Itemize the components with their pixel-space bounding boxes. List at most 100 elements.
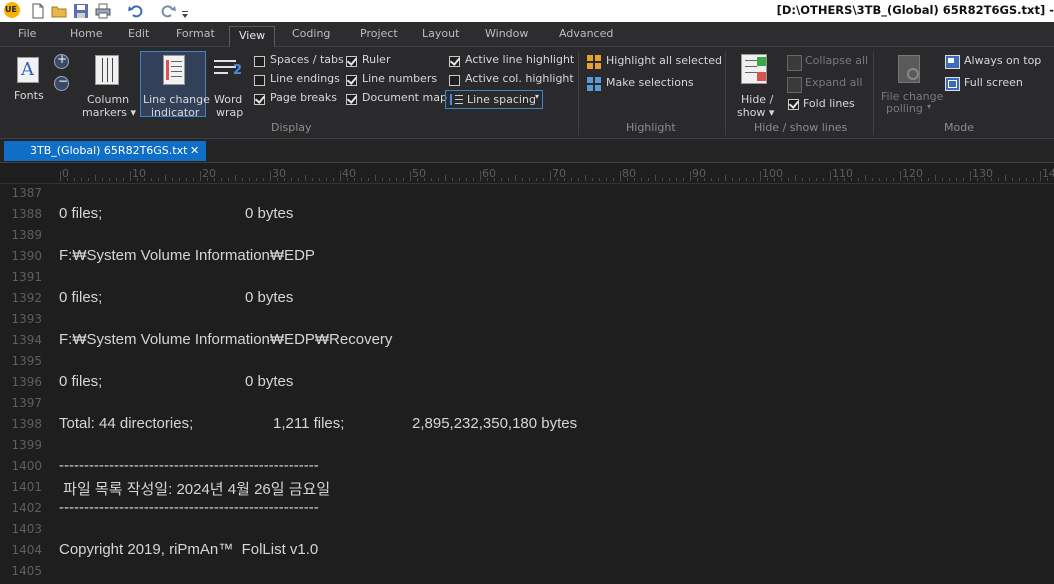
active-line-highlight-checkbox[interactable] [449,56,460,67]
close-icon[interactable]: ✕ [190,144,199,157]
line-text: Total: 44 directories; [59,415,194,432]
editor-line[interactable]: 1400 ------------------------------------… [0,457,1054,478]
line-number: 1400 [11,459,42,473]
ruler-tick-label: 60 [482,167,496,180]
line-text: ----------------------------------------… [59,499,319,516]
ruler-tick-label: 100 [762,167,783,180]
tab-file[interactable]: File [18,27,36,40]
ruler-label[interactable]: Ruler [362,53,390,66]
line-endings-label[interactable]: Line endings [270,72,340,85]
spaces-tabs-checkbox[interactable] [254,56,265,67]
fold-lines-label[interactable]: Fold lines [803,97,855,110]
editor-line[interactable]: 1403 [0,520,1054,541]
qat-customize-icon[interactable] [181,5,189,18]
file-change-polling-button[interactable]: File change polling ▾ [878,51,943,117]
hide-show-label-1: Hide / [741,93,774,106]
line-number: 1392 [11,291,42,305]
expand-all-icon [787,77,802,93]
collapse-all-button[interactable]: Collapse all [805,54,868,67]
save-icon[interactable] [73,3,89,19]
line-number: 1402 [11,501,42,515]
ruler-tick-label: 20 [202,167,216,180]
tab-advanced[interactable]: Advanced [559,27,613,40]
make-selections-icon [587,77,602,92]
tab-project[interactable]: Project [360,27,398,40]
line-numbers-checkbox[interactable] [346,75,357,86]
editor-line[interactable]: 1389 [0,226,1054,247]
tab-coding[interactable]: Coding [292,27,330,40]
word-wrap-button[interactable]: 2 Word wrap [210,51,248,119]
always-on-top-button[interactable]: Always on top [964,54,1041,67]
hide-show-button[interactable]: Hide / show ▾ [733,51,777,119]
active-col-highlight-label[interactable]: Active col. highlight [465,72,574,85]
line-change-indicator-label-1: Line change [143,93,210,106]
line-change-indicator-icon [163,55,185,85]
editor-line[interactable]: 1397 [0,394,1054,415]
undo-icon[interactable] [128,3,144,19]
tab-window[interactable]: Window [485,27,528,40]
editor-line[interactable]: 1391 [0,268,1054,289]
editor-line[interactable]: 1405 [0,562,1054,583]
ruler-tick-label: 40 [342,167,356,180]
group-label-mode: Mode [944,121,974,134]
title-bar: UE [D:\OTHERS\3TB_(Global) 65R82T6GS.txt… [0,0,1054,22]
line-number: 1405 [11,564,42,578]
editor-line[interactable]: 1395 [0,352,1054,373]
editor-line[interactable]: 1392 0 files; 0 bytes [0,289,1054,310]
editor-line[interactable]: 1398 Total: 44 directories; 1,211 files; 2,… [0,415,1054,436]
column-markers-button[interactable]: Column markers ▾ [80,51,136,119]
fold-lines-checkbox[interactable] [788,99,799,110]
fonts-button[interactable]: A Fonts [10,51,48,115]
line-endings-checkbox[interactable] [254,75,265,86]
line-number: 1404 [11,543,42,557]
redo-icon[interactable] [160,3,176,19]
spaces-tabs-label[interactable]: Spaces / tabs [270,53,344,66]
zoom-in-icon[interactable]: + [54,52,69,69]
editor-line[interactable]: 1401 파일 목록 작성일: 2024년 4월 26일 금요일 [0,478,1054,499]
editor-line[interactable]: 1402 ------------------------------------… [0,499,1054,520]
line-spacing-dropdown[interactable]: Line spacing ▾ [445,90,543,109]
text-editor[interactable]: 1387 1388 0 files; 0 bytes 1389 1390 F:₩System… [0,184,1054,584]
tab-layout[interactable]: Layout [422,27,459,40]
editor-line[interactable]: 1393 [0,310,1054,331]
tab-edit[interactable]: Edit [128,27,149,40]
tab-view[interactable]: View [229,26,276,47]
print-icon[interactable] [95,3,111,19]
ruler-tick-label: 110 [832,167,853,180]
active-col-highlight-checkbox[interactable] [449,75,460,86]
editor-line[interactable]: 1396 0 files; 0 bytes [0,373,1054,394]
new-file-icon[interactable] [30,3,46,19]
line-spacing-icon [449,94,463,106]
tab-home[interactable]: Home [70,27,102,40]
expand-all-button[interactable]: Expand all [805,76,863,89]
zoom-out-icon[interactable]: − [54,74,69,91]
make-selections-button[interactable]: Make selections [606,76,694,89]
line-change-indicator-button[interactable]: Line change indicator [140,51,210,119]
editor-line[interactable]: 1388 0 files; 0 bytes [0,205,1054,226]
ruler-checkbox[interactable] [346,56,357,67]
app-logo-icon[interactable]: UE [4,2,20,18]
editor-line[interactable]: 1390 F:₩System Volume Information₩EDP [0,247,1054,268]
highlight-all-selected-button[interactable]: Highlight all selected [606,54,722,67]
editor-line[interactable]: 1394 F:₩System Volume Information₩EDP₩Rec… [0,331,1054,352]
document-map-label[interactable]: Document map [362,91,447,104]
line-number: 1390 [11,249,42,263]
open-folder-icon[interactable] [51,3,67,19]
editor-line[interactable]: 1399 [0,436,1054,457]
line-number: 1389 [11,228,42,242]
line-text: 1,211 files; [273,415,345,432]
app-logo-text: UE [5,5,17,14]
page-breaks-checkbox[interactable] [254,94,265,105]
tab-format[interactable]: Format [176,27,215,40]
editor-line[interactable]: 1387 [0,184,1054,205]
editor-line[interactable]: 1404 Copyright 2019, riPmAn™ FolList v1.0 [0,541,1054,562]
active-line-highlight-label[interactable]: Active line highlight [465,53,574,66]
ruler-tick-label: 80 [622,167,636,180]
page-breaks-label[interactable]: Page breaks [270,91,337,104]
document-tab[interactable]: 3TB_(Global) 65R82T6GS.txt ✕ [4,141,206,161]
full-screen-button[interactable]: Full screen [964,76,1023,89]
line-text: 0 files; [59,289,103,306]
ruler-tick-label: 90 [692,167,706,180]
document-map-checkbox[interactable] [346,94,357,105]
line-numbers-label[interactable]: Line numbers [362,72,437,85]
